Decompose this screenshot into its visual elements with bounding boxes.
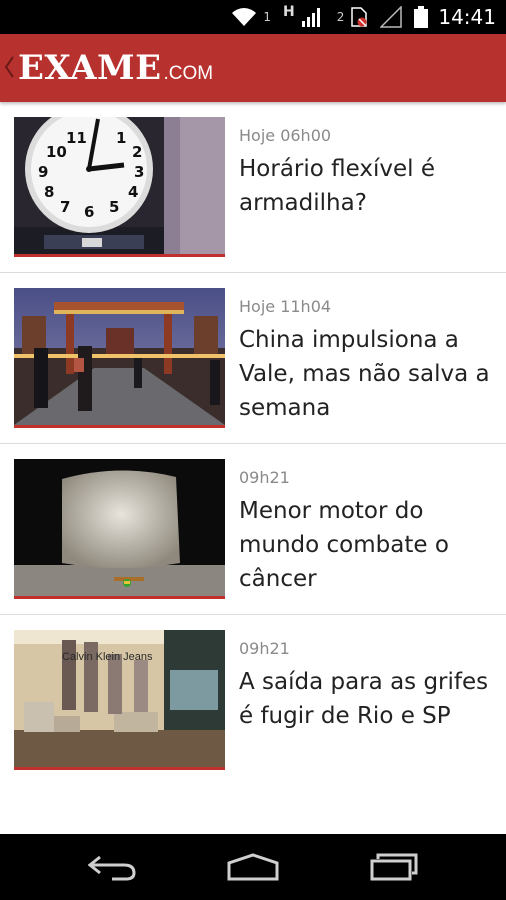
clock-photo: 11 1 2 10 9 3 8 4 7 6 5: [14, 117, 225, 254]
sim-icon: [351, 7, 368, 27]
status-bar: 1 H 2 14:41: [0, 0, 506, 34]
svg-text:11: 11: [66, 129, 87, 147]
calvin-klein-store-photo: Calvin Klein Jeans: [14, 630, 225, 767]
svg-text:5: 5: [109, 198, 119, 216]
back-icon: [88, 855, 136, 881]
article-item[interactable]: Calvin Klein Jeans 09h21 A saída para as…: [0, 615, 506, 785]
svg-text:6: 6: [84, 203, 94, 221]
store-sign-text: Calvin Klein Jeans: [62, 651, 153, 663]
article-thumbnail: 11 1 2 10 9 3 8 4 7 6 5: [14, 117, 225, 257]
exame-logo[interactable]: EXAME .COM: [18, 48, 213, 88]
signal-icon: [301, 8, 320, 27]
recent-apps-icon: [370, 853, 418, 881]
article-title[interactable]: A saída para as grifes é fugir de Rio e …: [239, 665, 494, 733]
recent-apps-button[interactable]: [366, 850, 422, 884]
article-item[interactable]: 09h21 Menor motor do mundo combate o cân…: [0, 444, 506, 615]
article-item[interactable]: 11 1 2 10 9 3 8 4 7 6 5 Hoje 06h00 Horár…: [0, 102, 506, 273]
article-thumbnail: [14, 288, 225, 428]
svg-text:10: 10: [46, 143, 67, 161]
article-thumbnail: [14, 459, 225, 599]
app-bar: EXAME .COM: [0, 34, 506, 102]
wifi-icon: [232, 8, 257, 26]
battery-icon: [414, 6, 429, 28]
beijing-street-photo: [14, 288, 225, 425]
svg-text:4: 4: [128, 183, 138, 201]
article-list: 11 1 2 10 9 3 8 4 7 6 5 Hoje 06h00 Horár…: [0, 102, 506, 785]
signal-empty-icon: [380, 6, 403, 28]
article-title[interactable]: Horário flexível é armadilha?: [239, 152, 494, 220]
clock-time: 14:41: [438, 5, 496, 29]
article-title[interactable]: Menor motor do mundo combate o câncer: [239, 494, 494, 596]
svg-text:2: 2: [132, 143, 142, 161]
svg-text:9: 9: [38, 163, 48, 181]
home-icon: [227, 853, 279, 881]
article-time: Hoje 11h04: [239, 297, 332, 316]
status-icons: 1 H 2 14:41: [231, 0, 496, 34]
article-item[interactable]: Hoje 11h04 China impulsiona a Vale, mas …: [0, 273, 506, 444]
svg-text:3: 3: [134, 163, 144, 181]
article-thumbnail: Calvin Klein Jeans: [14, 630, 225, 770]
article-title[interactable]: China impulsiona a Vale, mas não salva a…: [239, 323, 494, 425]
up-chevron-icon[interactable]: [4, 54, 14, 80]
svg-text:7: 7: [60, 198, 70, 216]
svg-text:8: 8: [44, 183, 54, 201]
sim-badge: 2: [336, 10, 345, 24]
back-button[interactable]: [84, 850, 140, 884]
wifi-badge: 1: [263, 10, 271, 24]
home-button[interactable]: [225, 850, 281, 884]
logo-suffix-text: .COM: [163, 63, 214, 84]
logo-main-text: EXAME: [18, 48, 162, 88]
article-time: Hoje 06h00: [239, 126, 332, 145]
network-type-label: H: [283, 4, 295, 20]
navigation-bar: [0, 834, 506, 900]
svg-text:1: 1: [116, 129, 126, 147]
article-time: 09h21: [239, 639, 290, 658]
tiny-motor-photo: [14, 459, 225, 596]
article-time: 09h21: [239, 468, 290, 487]
